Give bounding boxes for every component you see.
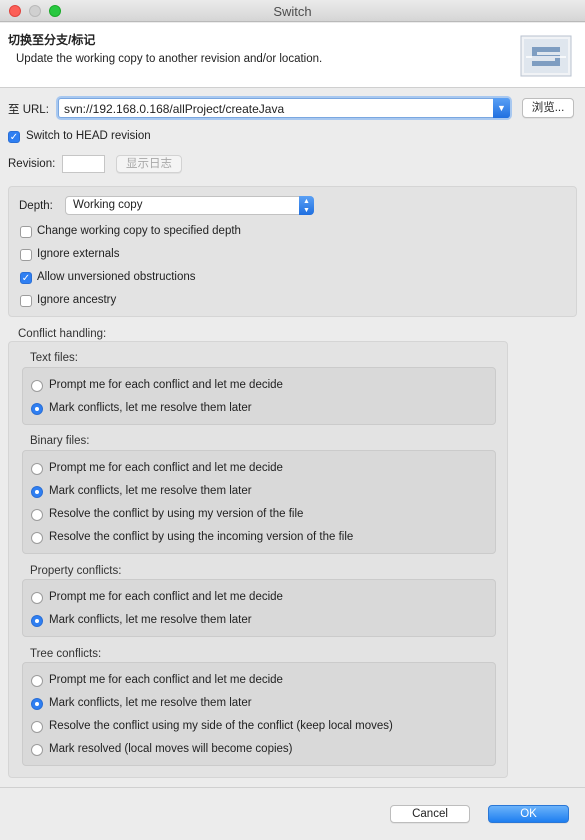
binary-mark-label: Mark conflicts, let me resolve them late… <box>49 485 252 497</box>
chevron-down-icon[interactable]: ▼ <box>493 98 510 118</box>
subversion-logo-icon <box>520 35 572 77</box>
ignore-ancestry-checkbox[interactable] <box>20 295 32 307</box>
depth-select[interactable]: Working copy ▲ ▼ <box>65 196 314 215</box>
tree-mine-radio[interactable] <box>31 721 43 733</box>
text-prompt-radio[interactable] <box>31 380 43 392</box>
binary-mine-radio[interactable] <box>31 509 43 521</box>
cancel-button[interactable]: Cancel <box>390 805 470 823</box>
binary-prompt-radio[interactable] <box>31 463 43 475</box>
property-conflicts-group <box>22 579 496 637</box>
text-files-group <box>22 367 496 425</box>
property-prompt-label: Prompt me for each conflict and let me d… <box>49 591 283 603</box>
binary-prompt-label: Prompt me for each conflict and let me d… <box>49 462 283 474</box>
revision-input[interactable] <box>62 155 105 173</box>
ok-button[interactable]: OK <box>488 805 569 823</box>
url-combobox[interactable]: svn://192.168.0.168/allProject/createJav… <box>58 98 510 118</box>
property-conflicts-label: Property conflicts: <box>30 565 122 577</box>
tree-prompt-radio[interactable] <box>31 675 43 687</box>
binary-mine-label: Resolve the conflict by using my version… <box>49 508 304 520</box>
show-log-button[interactable]: 显示日志 <box>116 155 182 173</box>
switch-head-label: Switch to HEAD revision <box>26 130 151 142</box>
property-prompt-radio[interactable] <box>31 592 43 604</box>
tree-resolved-radio[interactable] <box>31 744 43 756</box>
allow-unversioned-checkbox[interactable]: ✓ <box>20 272 32 284</box>
title-bar: Switch <box>0 0 585 22</box>
binary-mark-radio[interactable] <box>31 486 43 498</box>
binary-files-label: Binary files: <box>30 435 90 447</box>
url-label: 至 URL: <box>8 104 49 116</box>
window-title: Switch <box>273 4 312 19</box>
dialog-header: 切换至分支/标记 Update the working copy to anot… <box>0 23 585 88</box>
tree-resolved-label: Mark resolved (local moves will become c… <box>49 743 293 755</box>
text-prompt-label: Prompt me for each conflict and let me d… <box>49 379 283 391</box>
url-input[interactable]: svn://192.168.0.168/allProject/createJav… <box>64 102 284 116</box>
tree-mine-label: Resolve the conflict using my side of th… <box>49 720 393 732</box>
allow-unversioned-label: Allow unversioned obstructions <box>37 271 196 283</box>
change-depth-checkbox[interactable] <box>20 226 32 238</box>
ignore-ancestry-label: Ignore ancestry <box>37 294 117 306</box>
ignore-externals-label: Ignore externals <box>37 248 120 260</box>
tree-conflicts-label: Tree conflicts: <box>30 648 102 660</box>
change-depth-label: Change working copy to specified depth <box>37 225 241 237</box>
updown-chevron-icon[interactable]: ▲ ▼ <box>299 196 314 215</box>
text-mark-label: Mark conflicts, let me resolve them late… <box>49 402 252 414</box>
browse-button[interactable]: 浏览... <box>522 98 574 118</box>
tree-mark-label: Mark conflicts, let me resolve them late… <box>49 697 252 709</box>
dialog-title: 切换至分支/标记 <box>8 33 96 47</box>
text-mark-radio[interactable] <box>31 403 43 415</box>
depth-label: Depth: <box>19 200 53 212</box>
property-mark-radio[interactable] <box>31 615 43 627</box>
conflict-handling-label: Conflict handling: <box>18 328 107 340</box>
switch-head-checkbox[interactable]: ✓ <box>8 131 20 143</box>
binary-incoming-label: Resolve the conflict by using the incomi… <box>49 531 354 543</box>
property-mark-label: Mark conflicts, let me resolve them late… <box>49 614 252 626</box>
revision-label: Revision: <box>8 158 56 170</box>
tree-mark-radio[interactable] <box>31 698 43 710</box>
depth-selected-value: Working copy <box>73 199 143 211</box>
dialog-description: Update the working copy to another revis… <box>16 53 323 65</box>
ignore-externals-checkbox[interactable] <box>20 249 32 261</box>
tree-prompt-label: Prompt me for each conflict and let me d… <box>49 674 283 686</box>
footer-divider <box>0 787 585 788</box>
text-files-label: Text files: <box>30 352 78 364</box>
binary-incoming-radio[interactable] <box>31 532 43 544</box>
